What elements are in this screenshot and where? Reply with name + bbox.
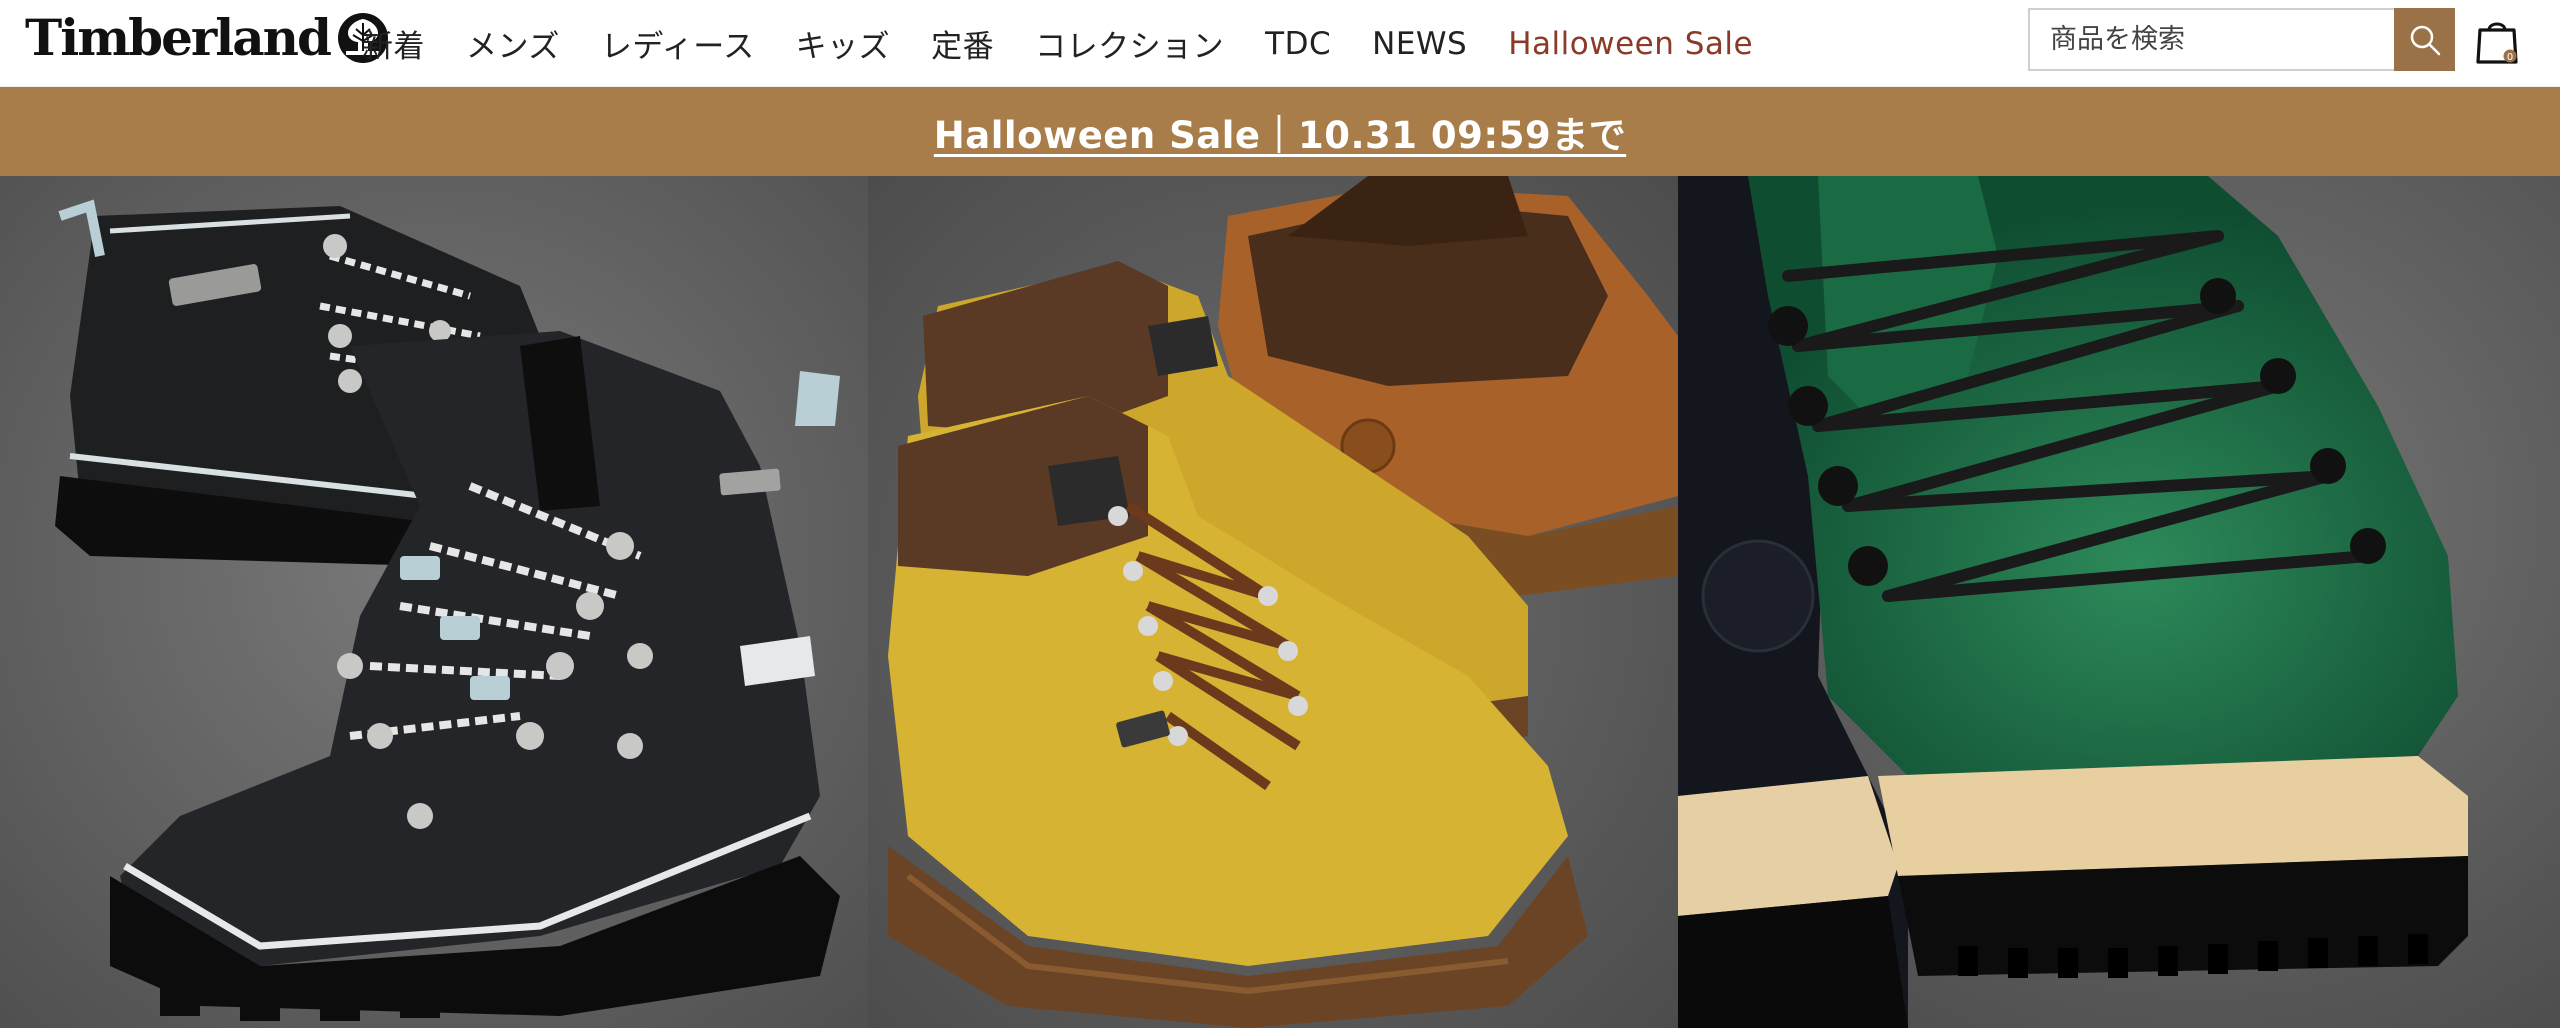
nav-item-new[interactable]: 新着 [362, 21, 425, 66]
cart-button[interactable]: 0 [2474, 16, 2520, 66]
promo-link[interactable]: Halloween Sale｜10.31 09:59まで [934, 105, 1626, 159]
nav-item-tdc[interactable]: TDC [1265, 26, 1331, 62]
black-boots-image [0, 176, 868, 1028]
cart-count: 0 [2507, 52, 2513, 63]
shopping-bag-icon: 0 [2476, 22, 2518, 64]
nav-item-news[interactable]: NEWS [1372, 26, 1467, 62]
brand-logo[interactable]: Timberland [25, 8, 390, 68]
search-button[interactable] [2394, 8, 2455, 71]
nav-item-kids[interactable]: キッズ [796, 21, 891, 66]
search-bar [2028, 8, 2455, 71]
nav-item-collections[interactable]: コレクション [1035, 21, 1224, 66]
nav-item-mens[interactable]: メンズ [466, 21, 560, 66]
nav-item-classics[interactable]: 定番 [931, 21, 994, 66]
nav-item-halloween-sale[interactable]: Halloween Sale [1508, 26, 1753, 62]
page-bottom-divider [0, 1028, 2560, 1033]
yellow-boots-image [868, 176, 1678, 1028]
nav-item-womens[interactable]: レディース [601, 21, 755, 66]
green-boot-image [1678, 176, 2560, 1028]
hero-banner[interactable] [0, 176, 2560, 1028]
hero-panel-green-boot[interactable] [1678, 176, 2560, 1028]
hero-panel-black-boots[interactable] [0, 176, 868, 1028]
main-nav: 新着 メンズ レディース キッズ 定番 コレクション TDC NEWS Hall… [362, 0, 1794, 87]
brand-wordmark: Timberland [25, 8, 332, 67]
hero-panel-yellow-boots[interactable] [868, 176, 1678, 1028]
search-input[interactable] [2028, 8, 2394, 71]
search-icon [2410, 25, 2440, 55]
site-header: Timberland 新着 メンズ レディース キッズ 定番 コレクション TD… [0, 0, 2560, 87]
promo-banner: Halloween Sale｜10.31 09:59まで [0, 87, 2560, 176]
